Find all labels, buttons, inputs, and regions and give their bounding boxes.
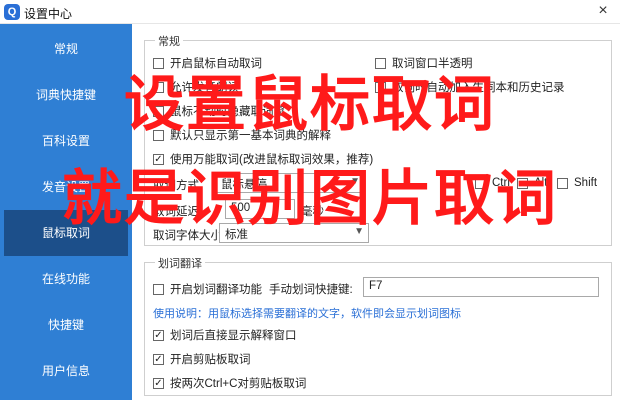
usage-note: 使用说明：用鼠标选择需要翻译的文字，软件即会显示划词图标 bbox=[153, 308, 461, 320]
sidebar-item-dictionary-hotkeys[interactable]: 词典快捷键 bbox=[0, 72, 132, 118]
modifier-ctrl-option[interactable]: Ctrl bbox=[475, 177, 510, 189]
enable-mouse-lookup-checkbox[interactable] bbox=[153, 57, 164, 69]
option-label: 使用万能取词(改进鼠标取词效果，推荐) bbox=[170, 154, 374, 166]
option-label: 鼠标不动时隐藏取词窗 bbox=[170, 106, 285, 118]
option-label: Shift bbox=[574, 177, 598, 189]
modifier-alt-option[interactable]: Alt bbox=[517, 177, 547, 189]
font-size-select[interactable]: 标准 ▼ bbox=[219, 223, 369, 243]
universal-lookup-checkbox[interactable]: ✓ bbox=[153, 153, 164, 165]
general-legend: 常规 bbox=[155, 33, 183, 49]
semi-transparent-checkbox[interactable] bbox=[375, 57, 386, 69]
selection-translate-legend: 划词翻译 bbox=[155, 255, 205, 271]
option-label: 取词时自动加入生词本和历史记录 bbox=[392, 82, 565, 94]
double-ctrl-c-checkbox[interactable]: ✓ bbox=[153, 377, 164, 389]
allow-speak-option[interactable]: 允许发音朗读 bbox=[153, 79, 239, 95]
font-size-label: 取词字体大小 bbox=[153, 230, 222, 242]
option-label: 开启鼠标自动取词 bbox=[170, 58, 262, 70]
lookup-method-select[interactable]: 鼠标悬停 ▼ bbox=[215, 173, 365, 193]
chevron-down-icon: ▼ bbox=[350, 176, 360, 187]
show-first-explain-checkbox[interactable] bbox=[153, 129, 164, 141]
font-size-value: 标准 bbox=[225, 229, 248, 241]
hotkey-label: 手动划词快捷键: bbox=[269, 284, 353, 296]
allow-speak-checkbox[interactable] bbox=[153, 81, 164, 93]
selection-translate-group: 划词翻译 开启划词翻译功能 手动划词快捷键: F7 使用说明：用鼠标选择需要翻译… bbox=[144, 255, 612, 396]
option-label: 允许发音朗读 bbox=[170, 82, 239, 94]
auto-add-history-checkbox[interactable] bbox=[375, 81, 386, 93]
delay-unit: 毫秒 bbox=[301, 206, 324, 218]
delay-label: 取词延迟 bbox=[153, 206, 199, 218]
show-explain-option[interactable]: ✓ 划词后直接显示解释窗口 bbox=[153, 327, 297, 343]
sidebar-item-mouse-lookup[interactable]: 鼠标取词 bbox=[4, 210, 128, 256]
option-label: 取词窗口半透明 bbox=[392, 58, 473, 70]
clipboard-lookup-checkbox[interactable]: ✓ bbox=[153, 353, 164, 365]
delay-input[interactable]: 500 bbox=[225, 199, 295, 219]
show-first-explain-option[interactable]: 默认只显示第一基本词典的解释 bbox=[153, 127, 331, 143]
modifier-shift-checkbox[interactable] bbox=[557, 177, 568, 189]
universal-lookup-option[interactable]: ✓ 使用万能取词(改进鼠标取词效果，推荐) bbox=[153, 151, 373, 167]
chevron-down-icon: ▼ bbox=[354, 226, 364, 237]
app-logo-icon: Q bbox=[4, 4, 20, 20]
option-label: 划词后直接显示解释窗口 bbox=[170, 330, 297, 342]
modifier-alt-checkbox[interactable] bbox=[517, 177, 528, 189]
window-title: 设置中心 bbox=[24, 7, 73, 21]
enable-selection-translate-checkbox[interactable] bbox=[153, 283, 164, 295]
modifier-shift-option[interactable]: Shift bbox=[557, 177, 597, 189]
hide-preview-checkbox[interactable] bbox=[153, 105, 164, 117]
enable-mouse-lookup-option[interactable]: 开启鼠标自动取词 bbox=[153, 55, 262, 71]
hide-preview-option[interactable]: 鼠标不动时隐藏取词窗 bbox=[153, 103, 285, 119]
hotkey-input[interactable]: F7 bbox=[363, 277, 599, 297]
enable-selection-translate-option[interactable]: 开启划词翻译功能 bbox=[153, 281, 262, 297]
sidebar-item-encyclopedia[interactable]: 百科设置 bbox=[0, 118, 132, 164]
lookup-method-label: 取词方式 bbox=[153, 180, 199, 192]
option-label: 开启划词翻译功能 bbox=[170, 284, 262, 296]
sidebar-item-user-info[interactable]: 用户信息 bbox=[0, 348, 132, 394]
title-bar: Q 设置中心 × bbox=[0, 0, 620, 24]
double-ctrl-c-option[interactable]: ✓ 按两次Ctrl+C对剪贴板取词 bbox=[153, 375, 306, 391]
auto-add-history-option[interactable]: 取词时自动加入生词本和历史记录 bbox=[375, 79, 565, 95]
option-label: 开启剪贴板取词 bbox=[170, 354, 251, 366]
option-label: Ctrl bbox=[492, 177, 510, 189]
show-explain-checkbox[interactable]: ✓ bbox=[153, 329, 164, 341]
sidebar: 常规 词典快捷键 百科设置 发音设置 鼠标取词 在线功能 快捷键 用户信息 bbox=[0, 24, 132, 400]
sidebar-item-shortcuts[interactable]: 快捷键 bbox=[0, 302, 132, 348]
option-label: Alt bbox=[534, 177, 548, 189]
option-label: 默认只显示第一基本词典的解释 bbox=[170, 130, 331, 142]
option-label: 按两次Ctrl+C对剪贴板取词 bbox=[170, 378, 307, 390]
sidebar-item-online[interactable]: 在线功能 bbox=[0, 256, 132, 302]
clipboard-lookup-option[interactable]: ✓ 开启剪贴板取词 bbox=[153, 351, 251, 367]
sidebar-item-pronunciation[interactable]: 发音设置 bbox=[0, 164, 132, 210]
close-button[interactable]: × bbox=[594, 2, 612, 20]
lookup-method-value: 鼠标悬停 bbox=[221, 179, 267, 191]
semi-transparent-option[interactable]: 取词窗口半透明 bbox=[375, 55, 473, 71]
general-group: 常规 开启鼠标自动取词 取词窗口半透明 允许发音朗读 取词时自动加入生词本和历史… bbox=[144, 33, 612, 246]
modifier-ctrl-checkbox[interactable] bbox=[475, 177, 486, 189]
sidebar-item-general[interactable]: 常规 bbox=[0, 26, 132, 72]
settings-panel: 常规 开启鼠标自动取词 取词窗口半透明 允许发音朗读 取词时自动加入生词本和历史… bbox=[140, 24, 614, 400]
